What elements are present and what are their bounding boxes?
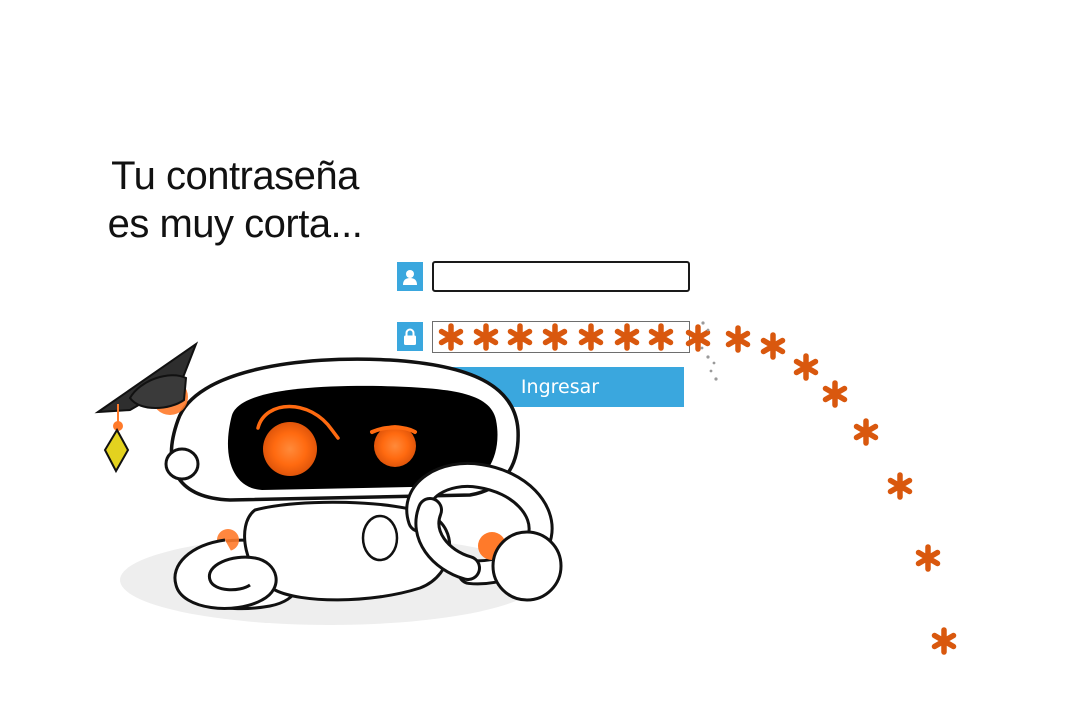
illustration-overlay [94, 321, 1080, 720]
robot-mascot [94, 341, 563, 625]
password-mask [442, 326, 671, 348]
falling-asterisks [689, 327, 954, 652]
crumb-dots [700, 321, 718, 381]
